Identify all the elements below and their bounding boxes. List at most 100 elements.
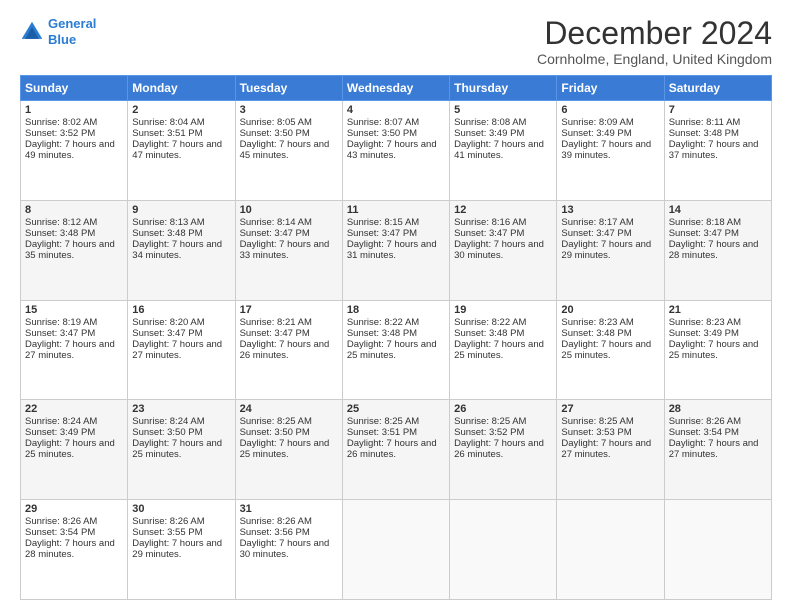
sunrise-label: Sunrise: 8:19 AM — [25, 317, 97, 328]
day-7: 7 Sunrise: 8:11 AM Sunset: 3:48 PM Dayli… — [664, 101, 771, 201]
day-number: 1 — [25, 104, 123, 116]
day-number: 14 — [669, 204, 767, 216]
day-number: 18 — [347, 304, 445, 316]
sunset-label: Sunset: 3:47 PM — [561, 228, 631, 239]
calendar-week-1: 1 Sunrise: 8:02 AM Sunset: 3:52 PM Dayli… — [21, 101, 772, 201]
day-14: 14 Sunrise: 8:18 AM Sunset: 3:47 PM Dayl… — [664, 200, 771, 300]
day-number: 19 — [454, 304, 552, 316]
sunrise-label: Sunrise: 8:05 AM — [240, 117, 312, 128]
day-27: 27 Sunrise: 8:25 AM Sunset: 3:53 PM Dayl… — [557, 400, 664, 500]
logo-icon — [20, 20, 44, 44]
daylight-label: Daylight: 7 hours and 25 minutes. — [132, 438, 222, 460]
page: General Blue December 2024 Cornholme, En… — [0, 0, 792, 612]
sunset-label: Sunset: 3:49 PM — [561, 128, 631, 139]
daylight-label: Daylight: 7 hours and 29 minutes. — [132, 538, 222, 560]
day-number: 26 — [454, 403, 552, 415]
sunrise-label: Sunrise: 8:25 AM — [561, 416, 633, 427]
day-number: 11 — [347, 204, 445, 216]
daylight-label: Daylight: 7 hours and 26 minutes. — [240, 339, 330, 361]
day-19: 19 Sunrise: 8:22 AM Sunset: 3:48 PM Dayl… — [450, 300, 557, 400]
daylight-label: Daylight: 7 hours and 25 minutes. — [669, 339, 759, 361]
daylight-label: Daylight: 7 hours and 26 minutes. — [347, 438, 437, 460]
day-16: 16 Sunrise: 8:20 AM Sunset: 3:47 PM Dayl… — [128, 300, 235, 400]
sunrise-label: Sunrise: 8:24 AM — [25, 416, 97, 427]
daylight-label: Daylight: 7 hours and 47 minutes. — [132, 139, 222, 161]
daylight-label: Daylight: 7 hours and 28 minutes. — [669, 239, 759, 261]
daylight-label: Daylight: 7 hours and 25 minutes. — [454, 339, 544, 361]
day-number: 24 — [240, 403, 338, 415]
sunset-label: Sunset: 3:54 PM — [669, 427, 739, 438]
daylight-label: Daylight: 7 hours and 29 minutes. — [561, 239, 651, 261]
daylight-label: Daylight: 7 hours and 25 minutes. — [25, 438, 115, 460]
calendar-week-4: 22 Sunrise: 8:24 AM Sunset: 3:49 PM Dayl… — [21, 400, 772, 500]
logo: General Blue — [20, 16, 96, 47]
day-24: 24 Sunrise: 8:25 AM Sunset: 3:50 PM Dayl… — [235, 400, 342, 500]
sunset-label: Sunset: 3:47 PM — [454, 228, 524, 239]
sunset-label: Sunset: 3:47 PM — [347, 228, 417, 239]
day-21: 21 Sunrise: 8:23 AM Sunset: 3:49 PM Dayl… — [664, 300, 771, 400]
main-title: December 2024 — [537, 16, 772, 51]
col-saturday: Saturday — [664, 76, 771, 101]
sunrise-label: Sunrise: 8:15 AM — [347, 217, 419, 228]
daylight-label: Daylight: 7 hours and 41 minutes. — [454, 139, 544, 161]
sunset-label: Sunset: 3:48 PM — [669, 128, 739, 139]
day-29: 29 Sunrise: 8:26 AM Sunset: 3:54 PM Dayl… — [21, 500, 128, 600]
title-block: December 2024 Cornholme, England, United… — [537, 16, 772, 67]
sunset-label: Sunset: 3:47 PM — [240, 228, 310, 239]
day-26: 26 Sunrise: 8:25 AM Sunset: 3:52 PM Dayl… — [450, 400, 557, 500]
subtitle: Cornholme, England, United Kingdom — [537, 51, 772, 67]
sunset-label: Sunset: 3:48 PM — [454, 328, 524, 339]
day-number: 20 — [561, 304, 659, 316]
daylight-label: Daylight: 7 hours and 25 minutes. — [240, 438, 330, 460]
sunset-label: Sunset: 3:50 PM — [240, 128, 310, 139]
day-9: 9 Sunrise: 8:13 AM Sunset: 3:48 PM Dayli… — [128, 200, 235, 300]
sunset-label: Sunset: 3:48 PM — [347, 328, 417, 339]
calendar-week-3: 15 Sunrise: 8:19 AM Sunset: 3:47 PM Dayl… — [21, 300, 772, 400]
empty-day — [557, 500, 664, 600]
sunrise-label: Sunrise: 8:25 AM — [454, 416, 526, 427]
col-monday: Monday — [128, 76, 235, 101]
sunset-label: Sunset: 3:48 PM — [132, 228, 202, 239]
sunrise-label: Sunrise: 8:02 AM — [25, 117, 97, 128]
day-8: 8 Sunrise: 8:12 AM Sunset: 3:48 PM Dayli… — [21, 200, 128, 300]
sunrise-label: Sunrise: 8:26 AM — [25, 516, 97, 527]
day-11: 11 Sunrise: 8:15 AM Sunset: 3:47 PM Dayl… — [342, 200, 449, 300]
sunset-label: Sunset: 3:47 PM — [240, 328, 310, 339]
sunset-label: Sunset: 3:48 PM — [25, 228, 95, 239]
day-6: 6 Sunrise: 8:09 AM Sunset: 3:49 PM Dayli… — [557, 101, 664, 201]
daylight-label: Daylight: 7 hours and 37 minutes. — [669, 139, 759, 161]
day-number: 30 — [132, 503, 230, 515]
sunset-label: Sunset: 3:50 PM — [240, 427, 310, 438]
day-18: 18 Sunrise: 8:22 AM Sunset: 3:48 PM Dayl… — [342, 300, 449, 400]
daylight-label: Daylight: 7 hours and 34 minutes. — [132, 239, 222, 261]
sunrise-label: Sunrise: 8:26 AM — [240, 516, 312, 527]
daylight-label: Daylight: 7 hours and 28 minutes. — [25, 538, 115, 560]
daylight-label: Daylight: 7 hours and 26 minutes. — [454, 438, 544, 460]
calendar-table: Sunday Monday Tuesday Wednesday Thursday… — [20, 75, 772, 600]
sunrise-label: Sunrise: 8:13 AM — [132, 217, 204, 228]
sunrise-label: Sunrise: 8:22 AM — [454, 317, 526, 328]
sunrise-label: Sunrise: 8:22 AM — [347, 317, 419, 328]
daylight-label: Daylight: 7 hours and 27 minutes. — [132, 339, 222, 361]
sunrise-label: Sunrise: 8:18 AM — [669, 217, 741, 228]
sunrise-label: Sunrise: 8:20 AM — [132, 317, 204, 328]
sunrise-label: Sunrise: 8:26 AM — [132, 516, 204, 527]
day-number: 17 — [240, 304, 338, 316]
day-28: 28 Sunrise: 8:26 AM Sunset: 3:54 PM Dayl… — [664, 400, 771, 500]
daylight-label: Daylight: 7 hours and 27 minutes. — [25, 339, 115, 361]
sunrise-label: Sunrise: 8:25 AM — [347, 416, 419, 427]
daylight-label: Daylight: 7 hours and 25 minutes. — [561, 339, 651, 361]
daylight-label: Daylight: 7 hours and 39 minutes. — [561, 139, 651, 161]
day-1: 1 Sunrise: 8:02 AM Sunset: 3:52 PM Dayli… — [21, 101, 128, 201]
sunrise-label: Sunrise: 8:23 AM — [561, 317, 633, 328]
day-15: 15 Sunrise: 8:19 AM Sunset: 3:47 PM Dayl… — [21, 300, 128, 400]
day-number: 29 — [25, 503, 123, 515]
sunrise-label: Sunrise: 8:12 AM — [25, 217, 97, 228]
day-number: 3 — [240, 104, 338, 116]
logo-text: General Blue — [48, 16, 96, 47]
day-30: 30 Sunrise: 8:26 AM Sunset: 3:55 PM Dayl… — [128, 500, 235, 600]
day-22: 22 Sunrise: 8:24 AM Sunset: 3:49 PM Dayl… — [21, 400, 128, 500]
sunrise-label: Sunrise: 8:16 AM — [454, 217, 526, 228]
day-13: 13 Sunrise: 8:17 AM Sunset: 3:47 PM Dayl… — [557, 200, 664, 300]
sunrise-label: Sunrise: 8:26 AM — [669, 416, 741, 427]
